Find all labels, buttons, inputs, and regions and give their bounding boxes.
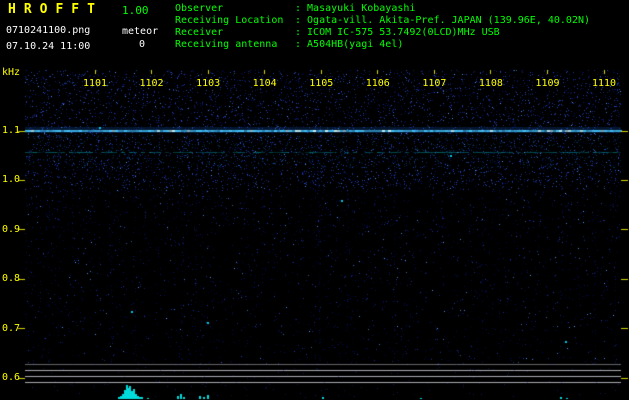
time-label: 1108	[478, 78, 503, 89]
info-value: : ICOM IC-575 53.7492(0LCD)MHz USB	[295, 27, 500, 38]
app-version: 1.00	[122, 4, 149, 17]
info-label: Observer	[175, 3, 224, 14]
info-value: : Ogata-vill. Akita-Pref. JAPAN (139.96E…	[295, 15, 591, 26]
freq-label: 0.6	[2, 372, 21, 383]
time-label: 1109	[535, 78, 560, 89]
freq-label: 0.9	[2, 223, 21, 235]
info-value: : Masayuki Kobayashi	[295, 3, 416, 14]
hrofft-window: HROFFT 1.00 0710241100.png meteor 0 07.1…	[0, 0, 629, 400]
time-label: 1101	[82, 78, 108, 89]
datetime-label: 07.10.24 11:00	[6, 41, 91, 52]
info-label: Receiving Location	[175, 15, 284, 26]
info-row-antenna: Receiving antenna : A504HB(yagi 4el)	[175, 39, 590, 51]
station-info-panel: Observer : Masayuki Kobayashi Receiving …	[175, 3, 590, 51]
info-value: : A504HB(yagi 4el)	[295, 39, 404, 50]
time-label: 1103	[196, 78, 221, 89]
time-label: 1104	[252, 78, 277, 89]
output-filename: 0710241100.png	[6, 25, 91, 36]
app-title: HROFFT	[8, 2, 103, 17]
time-label: 1106	[365, 78, 390, 89]
info-row-observer: Observer : Masayuki Kobayashi	[175, 3, 590, 15]
time-label: 1105	[309, 78, 334, 89]
time-label: 1107	[422, 78, 447, 89]
freq-unit-label: kHz	[2, 67, 21, 78]
info-row-location: Receiving Location : Ogata-vill. Akita-P…	[175, 15, 590, 27]
freq-label: 0.7	[2, 322, 21, 334]
info-label: Receiver	[175, 27, 224, 38]
info-label: Receiving antenna	[175, 39, 278, 50]
info-row-receiver: Receiver : ICOM IC-575 53.7492(0LCD)MHz …	[175, 27, 590, 39]
time-label: 1110	[591, 78, 617, 89]
freq-label: 1.0	[2, 174, 21, 186]
mode-label: meteor	[122, 26, 159, 37]
time-label: 1102	[139, 78, 164, 89]
meteor-count: 0	[139, 39, 146, 50]
freq-label: 0.8	[2, 273, 21, 285]
spectrogram-canvas	[0, 0, 629, 400]
freq-label: 1.1	[2, 125, 21, 136]
